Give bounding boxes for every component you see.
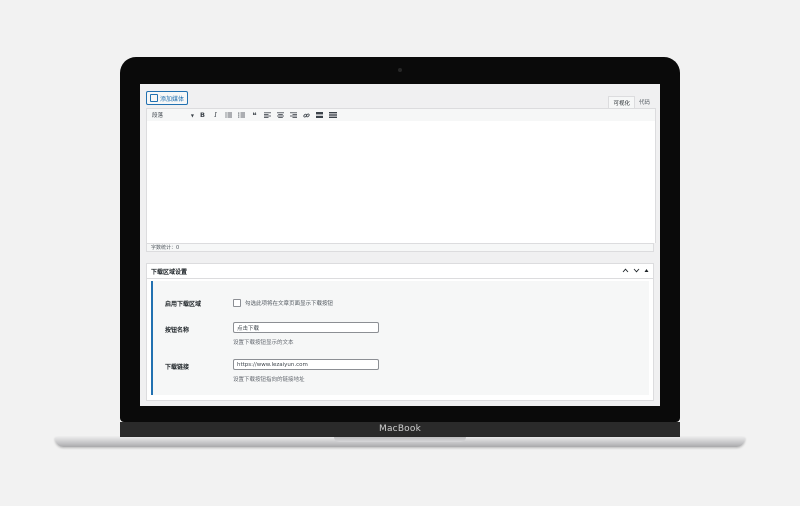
editor-toolbar: 段落 ▼ B I ❝ <box>146 108 656 122</box>
blockquote-icon[interactable]: ❝ <box>248 110 261 120</box>
editor-content-area[interactable] <box>146 121 656 243</box>
button-name-label: 按钮名称 <box>165 327 190 334</box>
screen: 添加媒体 可视化 代码 段落 ▼ B I ❝ 字数统计：0 下载区域设置 启用下… <box>140 84 660 406</box>
button-name-description: 设置下载按钮显示的文本 <box>233 340 294 346</box>
download-link-input[interactable]: https://www.lezaiyun.com <box>233 359 379 370</box>
laptop-notch <box>334 437 466 442</box>
button-name-input[interactable]: 点击下载 <box>233 322 379 333</box>
numbered-list-icon[interactable] <box>235 110 248 120</box>
link-icon[interactable] <box>300 110 313 120</box>
read-more-icon[interactable] <box>313 110 326 120</box>
format-select[interactable]: 段落 ▼ <box>150 111 196 120</box>
align-center-icon[interactable] <box>274 110 287 120</box>
metabox-body: 启用下载区域 勾选此项将在文章页面显示下载按钮 按钮名称 点击下载 设置下载按钮… <box>151 281 649 395</box>
enable-download-label: 启用下载区域 <box>165 301 202 308</box>
move-up-icon[interactable] <box>622 268 629 275</box>
laptop-brand-label: MacBook <box>378 424 422 434</box>
chevron-down-icon: ▼ <box>190 112 194 118</box>
italic-icon[interactable]: I <box>209 110 222 120</box>
align-right-icon[interactable] <box>287 110 300 120</box>
toolbar-toggle-icon[interactable] <box>326 110 339 120</box>
word-count: 字数统计：0 <box>146 243 654 252</box>
add-media-label: 添加媒体 <box>160 95 185 103</box>
format-select-value: 段落 <box>152 113 164 119</box>
metabox-header: 下载区域设置 <box>147 264 653 279</box>
enable-download-checkbox[interactable] <box>233 299 241 307</box>
download-link-description: 设置下载按钮指向的链接地址 <box>233 377 305 383</box>
download-settings-metabox: 下载区域设置 启用下载区域 勾选此项将在文章页面显示下载按钮 按钮名称 点击下载… <box>146 263 654 401</box>
align-left-icon[interactable] <box>261 110 274 120</box>
camera <box>398 68 402 72</box>
move-down-icon[interactable] <box>633 268 640 275</box>
bullet-list-icon[interactable] <box>222 110 235 120</box>
editor-topbar: 添加媒体 可视化 代码 <box>144 88 656 109</box>
download-link-label: 下载链接 <box>165 364 190 371</box>
metabox-title: 下载区域设置 <box>151 268 188 276</box>
media-icon <box>150 94 158 102</box>
add-media-button[interactable]: 添加媒体 <box>146 91 189 105</box>
collapse-toggle-icon[interactable] <box>644 268 649 275</box>
laptop-hinge: MacBook <box>120 422 680 438</box>
enable-download-checkbox-desc: 勾选此项将在文章页面显示下载按钮 <box>245 301 334 307</box>
bold-icon[interactable]: B <box>196 110 209 120</box>
